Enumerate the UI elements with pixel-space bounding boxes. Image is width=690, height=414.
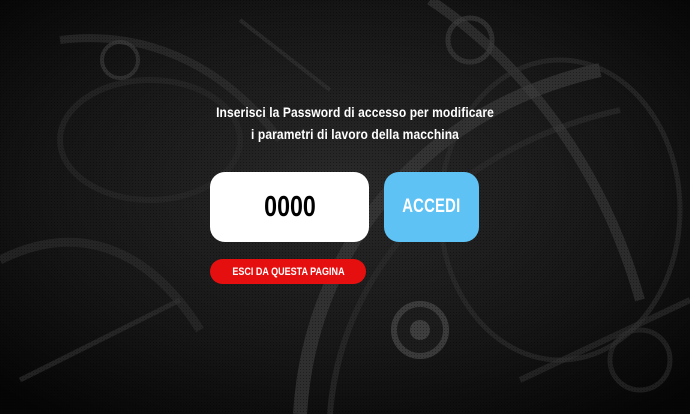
password-prompt-text: Inserisci la Password di accesso per mod… [174,101,535,145]
password-input[interactable] [231,189,348,225]
exit-page-button[interactable]: ESCI DA QUESTA PAGINA [210,259,366,284]
accedi-button-label: ACCEDI [402,196,461,217]
accedi-button[interactable]: ACCEDI [384,172,479,242]
prompt-line-1: Inserisci la Password di accesso per mod… [216,104,494,120]
login-panel: Inserisci la Password di accesso per mod… [0,0,690,414]
prompt-line-2: i parametri di lavoro della macchina [251,126,459,142]
exit-page-button-label: ESCI DA QUESTA PAGINA [231,265,345,278]
password-field-box[interactable] [210,172,369,242]
